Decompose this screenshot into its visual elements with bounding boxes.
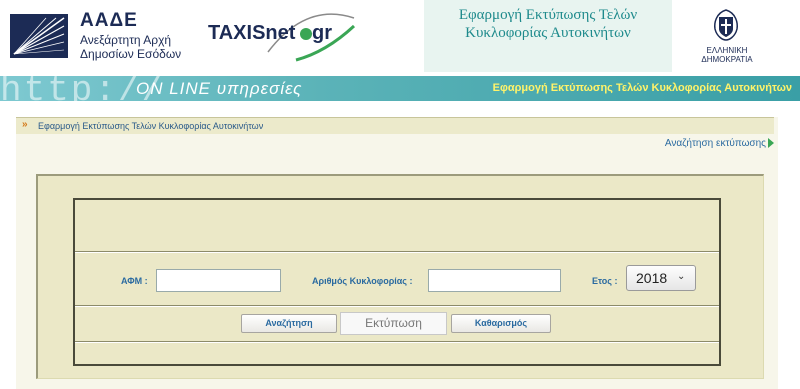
- afm-input[interactable]: [156, 269, 281, 292]
- plate-number-label: Αριθμός Κυκλοφορίας :: [312, 276, 413, 286]
- online-services-banner: http:// ON LINE υπηρεσίες Εφαρμογή Εκτύπ…: [0, 76, 800, 101]
- app-title: Εφαρμογή Εκτύπωσης Τελών Κυκλοφορίας Αυτ…: [424, 6, 672, 42]
- chevron-down-icon[interactable]: ⌄: [677, 271, 685, 282]
- breadcrumb-arrow-icon: »: [22, 119, 28, 130]
- taxisnet-name: TAXISnet: [208, 22, 296, 44]
- banner-online-text: ON LINE υπηρεσίες: [136, 79, 303, 98]
- greek-emblem-icon: [714, 9, 738, 41]
- aade-logo-icon: [10, 14, 68, 58]
- search-print-link[interactable]: Αναζήτηση εκτύπωσης: [665, 138, 766, 149]
- search-button[interactable]: Αναζήτηση: [241, 314, 337, 333]
- form-divider-highlight: [75, 342, 719, 343]
- afm-label: ΑΦΜ :: [121, 276, 148, 286]
- taxisnet-dot-icon: [300, 28, 312, 40]
- app-title-line1: Εφαρμογή Εκτύπωσης Τελών: [458, 7, 638, 23]
- aade-subtitle-line2: Δημοσίων Εσόδων: [80, 47, 182, 61]
- breadcrumb-text: Εφαρμογή Εκτύπωσης Τελών Κυκλοφορίας Αυτ…: [38, 121, 264, 131]
- banner-title: Εφαρμογή Εκτύπωσης Τελών Κυκλοφορίας Αυτ…: [492, 82, 792, 94]
- print-button[interactable]: Εκτύπωση: [340, 312, 447, 335]
- taxisnet-logo[interactable]: TAXISnet gr: [208, 10, 358, 64]
- year-label: Ετος :: [592, 276, 618, 286]
- plate-number-input[interactable]: [428, 269, 561, 292]
- aade-subtitle-line1: Ανεξάρτητη Αρχή: [80, 33, 172, 47]
- government-label: ΕΛΛΗΝΙΚΗ ΔΗΜΟΚΡΑΤΙΑ: [701, 46, 753, 64]
- play-arrow-icon[interactable]: [768, 138, 774, 148]
- app-title-line2: Κυκλοφορίας Αυτοκινήτων: [465, 25, 631, 41]
- year-select[interactable]: 2018: [626, 265, 696, 291]
- site-header: ΑΑΔΕ Ανεξάρτητη Αρχή Δημοσίων Εσόδων TAX…: [0, 0, 800, 76]
- aade-title: ΑΑΔΕ: [80, 10, 138, 31]
- form-divider-highlight: [75, 252, 719, 253]
- year-select-value: 2018: [636, 270, 668, 286]
- taxisnet-domain: gr: [312, 22, 332, 44]
- form-divider-highlight: [75, 306, 719, 307]
- aade-subtitle: Ανεξάρτητη Αρχή Δημοσίων Εσόδων: [80, 33, 210, 61]
- clear-button[interactable]: Καθαρισμός: [451, 314, 551, 333]
